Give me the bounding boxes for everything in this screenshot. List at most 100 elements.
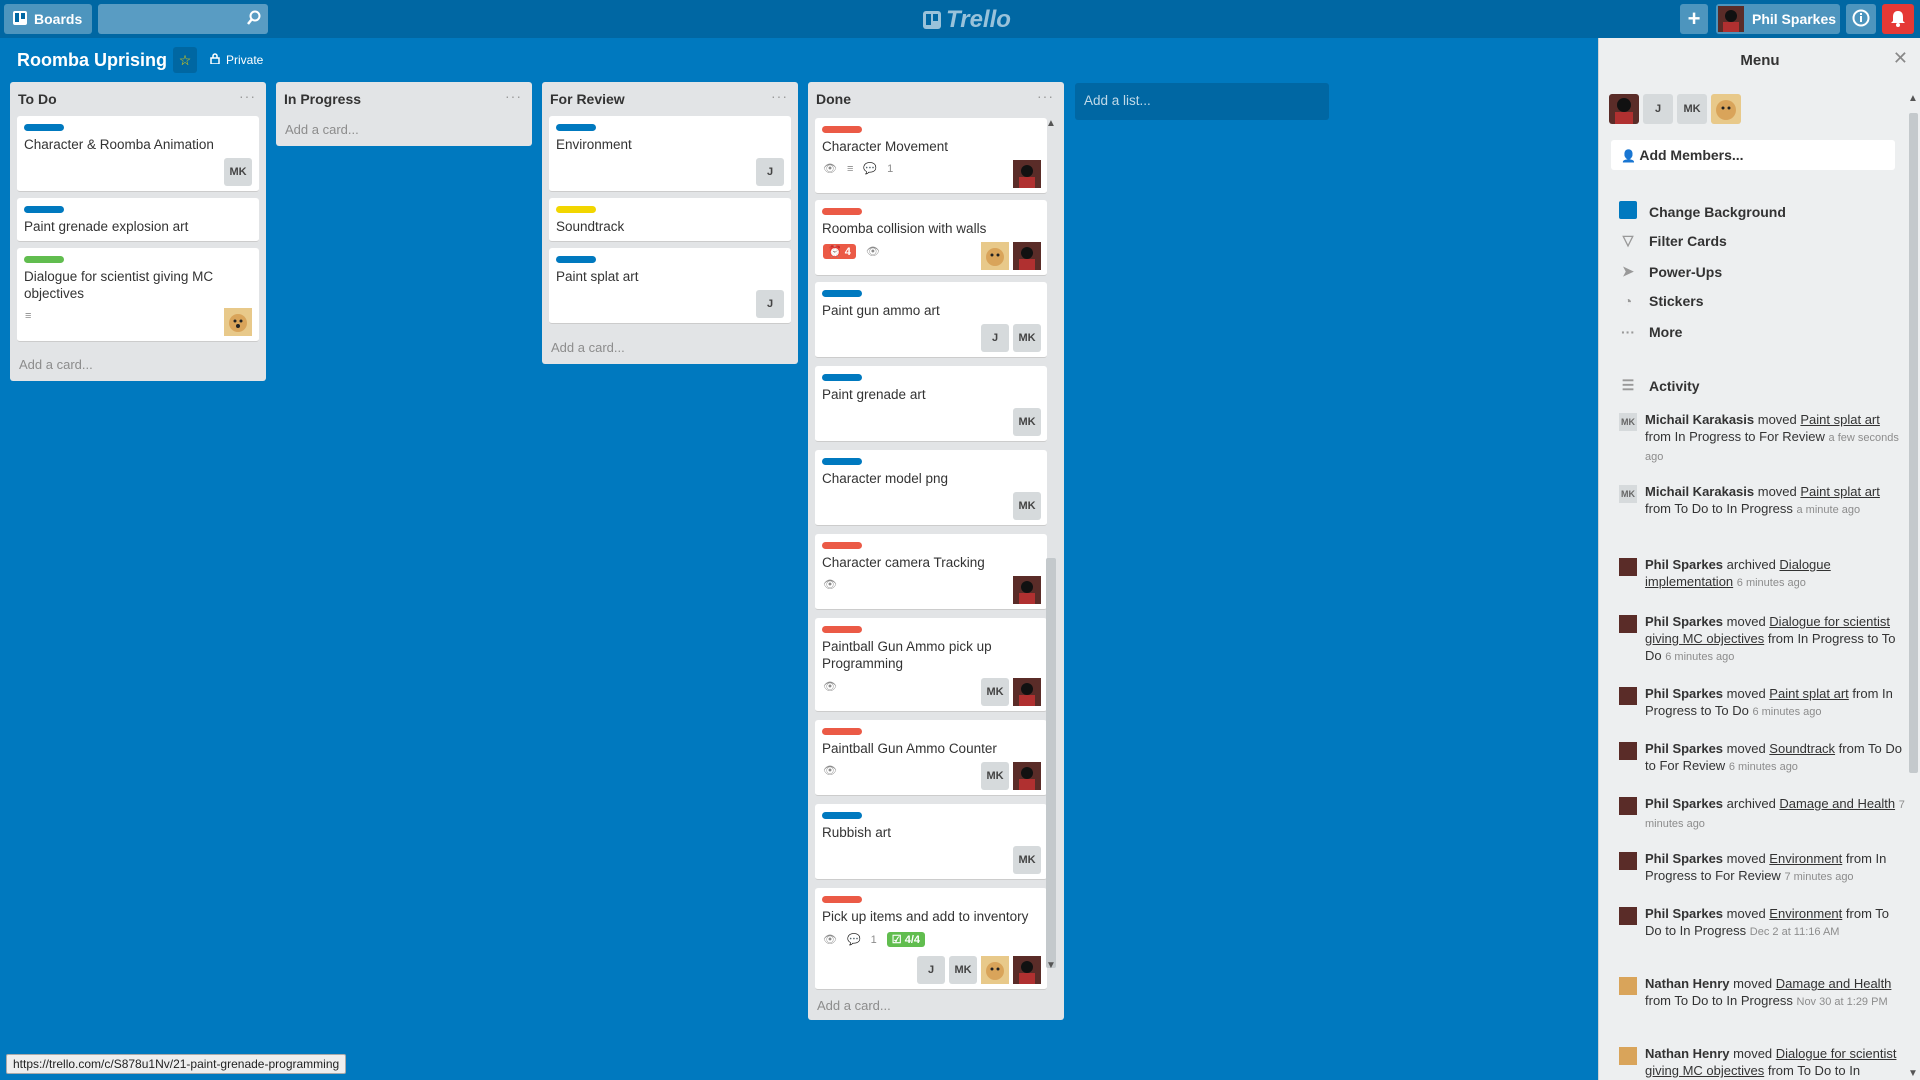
member-avatar[interactable]: J xyxy=(1643,94,1673,124)
member-avatar[interactable]: J xyxy=(756,158,784,186)
member-avatar[interactable]: MK xyxy=(949,956,977,984)
add-card-button[interactable]: Add a card... xyxy=(817,998,891,1013)
activity-card-link[interactable]: Soundtrack xyxy=(1769,741,1835,756)
star-icon[interactable]: ☆ xyxy=(173,47,197,73)
list-menu-icon[interactable]: ··· xyxy=(505,88,522,104)
card-pick-up-items[interactable]: Pick up items and add to inventory 👁 💬 1… xyxy=(815,888,1047,990)
scrollbar-thumb[interactable] xyxy=(1046,558,1056,968)
activity-card-link[interactable]: Environment xyxy=(1769,851,1842,866)
activity-card-link[interactable]: Damage and Health xyxy=(1779,796,1895,811)
card-rubbish-art[interactable]: Rubbish art MK xyxy=(815,804,1047,880)
notifications-button[interactable] xyxy=(1882,4,1914,34)
card-paint-splat-art[interactable]: Paint splat art J xyxy=(549,248,791,324)
card-badges: 👁 ≡ 💬 1 xyxy=(823,162,893,176)
menu-power-ups[interactable]: ➤ Power-Ups xyxy=(1619,263,1722,280)
user-menu-button[interactable]: Phil Sparkes xyxy=(1716,4,1840,34)
activity-user[interactable]: Phil Sparkes xyxy=(1645,741,1723,756)
member-avatar[interactable]: MK xyxy=(981,762,1009,790)
add-list-button[interactable]: Add a list... xyxy=(1075,83,1329,120)
member-avatar[interactable]: MK xyxy=(1013,324,1041,352)
add-card-button[interactable]: Add a card... xyxy=(285,122,359,137)
card-title-line2: Programming xyxy=(822,656,904,671)
activity-user[interactable]: Nathan Henry xyxy=(1645,1046,1730,1061)
member-avatar-dog[interactable] xyxy=(1711,94,1741,124)
board-title[interactable]: Roomba Uprising xyxy=(17,50,167,71)
member-avatar-phil[interactable] xyxy=(1013,160,1041,188)
scrollbar-thumb[interactable] xyxy=(1909,113,1918,773)
card-paint-grenade-art[interactable]: Paint grenade art MK xyxy=(815,366,1047,442)
boards-button[interactable]: Boards xyxy=(4,4,92,34)
card-soundtrack[interactable]: Soundtrack xyxy=(549,198,791,242)
menu-more[interactable]: ··· More xyxy=(1619,324,1682,340)
card-paint-gun-ammo-art[interactable]: Paint gun ammo art J MK xyxy=(815,282,1047,358)
member-avatar-phil[interactable] xyxy=(1013,576,1041,604)
card-environment[interactable]: Environment J xyxy=(549,116,791,192)
activity-card-link[interactable]: Environment xyxy=(1769,906,1842,921)
scroll-up-icon[interactable]: ▲ xyxy=(1046,118,1056,129)
member-avatar[interactable]: MK xyxy=(224,158,252,186)
member-avatar[interactable]: MK xyxy=(1013,408,1041,436)
privacy-button[interactable]: Private xyxy=(210,53,263,67)
add-members-button[interactable]: 👤 Add Members... xyxy=(1611,140,1895,170)
add-card-button[interactable]: Add a card... xyxy=(551,340,625,355)
member-avatar[interactable]: J xyxy=(917,956,945,984)
card-paint-grenade-explosion-art[interactable]: Paint grenade explosion art xyxy=(17,198,259,242)
menu-stickers[interactable]: ◔ Stickers xyxy=(1619,293,1704,309)
member-avatar[interactable]: MK xyxy=(1013,492,1041,520)
member-avatar-phil[interactable] xyxy=(1013,762,1041,790)
member-avatar-phil[interactable] xyxy=(1013,678,1041,706)
member-avatar-phil[interactable] xyxy=(1013,242,1041,270)
activity-user[interactable]: Michail Karakasis xyxy=(1645,412,1754,427)
activity-user[interactable]: Phil Sparkes xyxy=(1645,851,1723,866)
card-character-movement[interactable]: Character Movement 👁 ≡ 💬 1 xyxy=(815,118,1047,194)
member-avatar-phil[interactable] xyxy=(1013,956,1041,984)
card-character-camera-tracking[interactable]: Character camera Tracking 👁 xyxy=(815,534,1047,610)
activity-user[interactable]: Phil Sparkes xyxy=(1645,614,1723,629)
activity-card-link[interactable]: Damage and Health xyxy=(1776,976,1892,991)
member-avatar-phil[interactable] xyxy=(1609,94,1639,124)
activity-card-link[interactable]: Paint splat art xyxy=(1800,484,1880,499)
activity-user[interactable]: Phil Sparkes xyxy=(1645,557,1723,572)
member-avatar[interactable]: J xyxy=(756,290,784,318)
activity-user[interactable]: Phil Sparkes xyxy=(1645,906,1723,921)
list-scrollbar[interactable]: ▲ ▼ xyxy=(1044,118,1058,978)
trello-logo[interactable]: Trello xyxy=(922,6,1011,34)
add-card-button[interactable]: Add a card... xyxy=(19,357,93,372)
search-input[interactable] xyxy=(98,4,268,34)
list-title[interactable]: For Review xyxy=(550,91,625,107)
menu-filter-cards[interactable]: ▽ Filter Cards xyxy=(1619,232,1727,249)
list-title[interactable]: In Progress xyxy=(284,91,361,107)
activity-user[interactable]: Phil Sparkes xyxy=(1645,686,1723,701)
card-dialogue-scientist[interactable]: Dialogue for scientist giving MC objecti… xyxy=(17,248,259,342)
info-button[interactable] xyxy=(1846,4,1876,34)
close-icon[interactable]: ✕ xyxy=(1893,48,1908,69)
list-title[interactable]: To Do xyxy=(18,91,57,107)
card-character-model-png[interactable]: Character model png MK xyxy=(815,450,1047,526)
menu-change-background[interactable]: Change Background xyxy=(1619,201,1786,222)
list-menu-icon[interactable]: ··· xyxy=(239,88,256,104)
card-paintball-ammo-pickup[interactable]: Paintball Gun Ammo pick up Programming 👁 … xyxy=(815,618,1047,712)
scroll-down-icon[interactable]: ▼ xyxy=(1046,960,1056,971)
scroll-up-icon[interactable]: ▲ xyxy=(1908,93,1918,104)
member-avatar[interactable]: MK xyxy=(1013,846,1041,874)
scroll-down-icon[interactable]: ▼ xyxy=(1908,1068,1918,1079)
card-character-roomba-animation[interactable]: Character & Roomba Animation MK xyxy=(17,116,259,192)
activity-user[interactable]: Phil Sparkes xyxy=(1645,796,1723,811)
activity-card-link[interactable]: Paint splat art xyxy=(1769,686,1849,701)
list-menu-icon[interactable]: ··· xyxy=(771,88,788,104)
member-avatar[interactable]: MK xyxy=(1677,94,1707,124)
card-paintball-ammo-counter[interactable]: Paintball Gun Ammo Counter 👁 MK xyxy=(815,720,1047,796)
activity-user[interactable]: Michail Karakasis xyxy=(1645,484,1754,499)
list-menu-icon[interactable]: ··· xyxy=(1037,88,1054,104)
activity-user[interactable]: Nathan Henry xyxy=(1645,976,1730,991)
menu-scrollbar[interactable]: ▲ ▼ xyxy=(1906,93,1920,1080)
member-avatar-dog[interactable] xyxy=(981,242,1009,270)
member-avatar[interactable]: J xyxy=(981,324,1009,352)
card-roomba-collision[interactable]: Roomba collision with walls ⏰ 4 👁 xyxy=(815,200,1047,276)
member-avatar-dog[interactable] xyxy=(224,308,252,336)
member-avatar-dog[interactable] xyxy=(981,956,1009,984)
member-avatar[interactable]: MK xyxy=(981,678,1009,706)
activity-card-link[interactable]: Paint splat art xyxy=(1800,412,1880,427)
create-button[interactable]: + xyxy=(1680,4,1708,34)
list-title[interactable]: Done xyxy=(816,91,851,107)
